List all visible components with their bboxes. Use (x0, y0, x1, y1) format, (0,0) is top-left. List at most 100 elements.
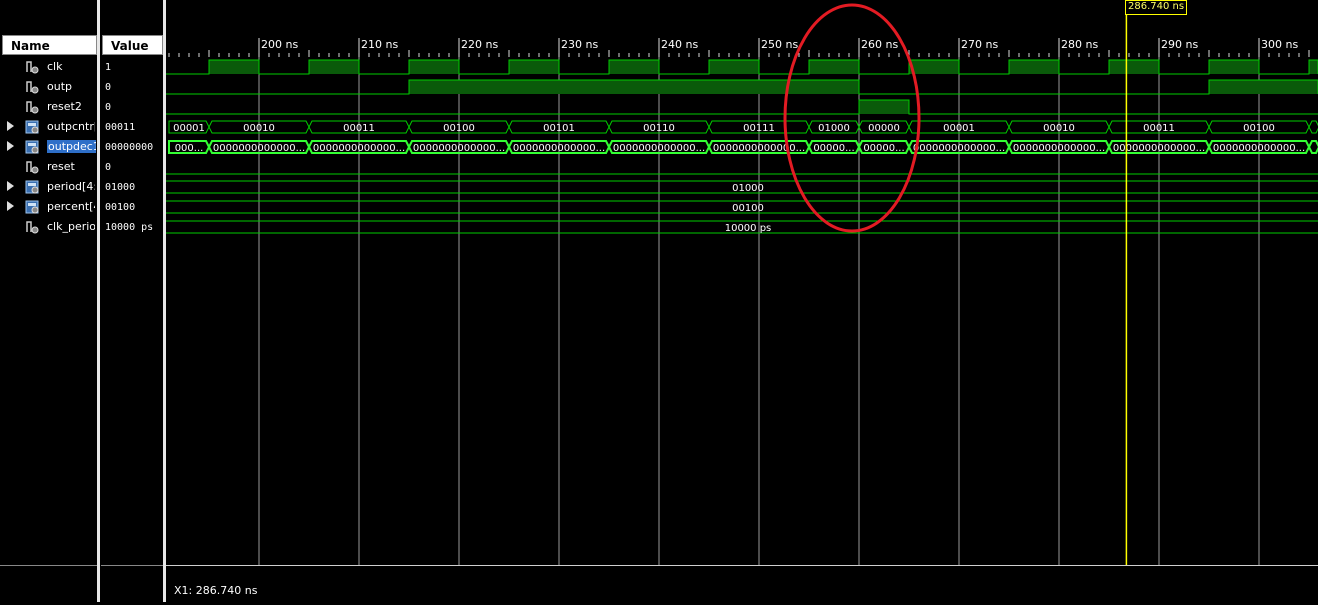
waveform-canvas[interactable]: 200 ns 210 ns 220 ns 230 ns 240 ns 250 ns 260 … (166, 0, 1318, 602)
bus-value-label: 0000000000000... (413, 143, 505, 154)
signal-row-8[interactable]: clk_perio (0, 217, 97, 237)
wave-high-fill (1009, 60, 1059, 74)
wave-high-fill (1309, 60, 1318, 74)
bus-segment (1307, 140, 1318, 154)
waveform-area[interactable]: 200 ns 210 ns 220 ns 230 ns 240 ns 250 ns 260 … (166, 0, 1318, 602)
clk-period-wave: 10000 ps (166, 220, 1318, 234)
time-tick-label: 280 ns (1061, 38, 1098, 51)
signal-row-6[interactable]: period[4:0 (0, 177, 97, 197)
signal-name: outp (47, 80, 72, 93)
bus-value-label: 0000000000000... (913, 143, 1005, 154)
bus-value-label: 0000000000000... (1213, 143, 1305, 154)
bus-value-label: 00001 (943, 123, 975, 134)
bus-value-label: 00111 (743, 123, 775, 134)
signal-bit-icon (26, 81, 39, 94)
bus-value-label: 0000000000000... (613, 143, 705, 154)
signal-name: reset2 (47, 100, 82, 113)
signal-bus-icon (25, 180, 39, 194)
bus-value-label: 00010 (1043, 123, 1075, 134)
bus-value-label: 0000000000000... (513, 143, 605, 154)
outpdec1-wave: 000... 0000000000000... 0000000000000... 00… (168, 140, 1318, 154)
bus-value-label: 0000000000000... (1013, 143, 1105, 154)
bus-value-label: 000... (175, 143, 204, 154)
signal-name: percent[4 (47, 200, 95, 213)
bus-segment (1308, 120, 1318, 134)
reset2-wave (166, 99, 1318, 115)
bus-value-label: 00000... (863, 143, 904, 154)
signal-row-5[interactable]: reset (0, 157, 97, 177)
bus-value-label: 00001 (173, 123, 205, 134)
bus-value-label: 01000 (818, 123, 850, 134)
bus-value-label: 01000 (732, 183, 764, 194)
wave-high-fill (1209, 60, 1259, 74)
time-tick-label: 230 ns (561, 38, 598, 51)
signal-value: 0 (105, 102, 112, 113)
bus-value-label: 00011 (1143, 123, 1175, 134)
outp-wave (166, 79, 1318, 95)
expand-arrow-icon[interactable] (7, 181, 14, 191)
time-tick-label: 200 ns (261, 38, 298, 51)
bus-value-label: 0000000000000... (313, 143, 405, 154)
bus-value-label: 00100 (1243, 123, 1275, 134)
signal-row-7[interactable]: percent[4 (0, 197, 97, 217)
name-value-splitter[interactable] (97, 0, 100, 602)
clk-wave (166, 59, 1318, 75)
status-divider (166, 565, 1318, 566)
signal-value: 00011 (105, 122, 136, 133)
signal-name: clk (47, 60, 63, 73)
value-column-header[interactable]: Value (102, 35, 163, 55)
expand-arrow-icon[interactable] (7, 141, 14, 151)
bus-value-label: 10000 ps (725, 223, 772, 234)
time-grid: 200 ns 210 ns 220 ns 230 ns 240 ns 250 ns 260 … (258, 38, 1298, 565)
signal-row-4[interactable]: outpdec1 (0, 137, 97, 157)
signal-value: 10000 ps (105, 222, 154, 233)
bus-value-label: 00110 (643, 123, 675, 134)
wave-high-fill (709, 60, 759, 74)
bus-value-label: 00011 (343, 123, 375, 134)
signal-name: outpdec1 (47, 140, 96, 153)
time-tick-label: 240 ns (661, 38, 698, 51)
bus-value-label: 00100 (443, 123, 475, 134)
expand-arrow-icon[interactable] (7, 201, 14, 211)
signal-row-2[interactable]: reset2 (0, 97, 97, 117)
name-column-header[interactable]: Name (2, 35, 97, 55)
bus-value-label: 00010 (243, 123, 275, 134)
wave-high-fill (859, 100, 909, 114)
signal-bus-icon (25, 120, 39, 134)
wave-high-fill (309, 60, 359, 74)
signal-bus-icon (25, 200, 39, 214)
wave-high-fill (609, 60, 659, 74)
signal-row-3[interactable]: outpcntr[ (0, 117, 97, 137)
value-panel-bottom-border (101, 565, 163, 566)
time-tick-label: 250 ns (761, 38, 798, 51)
time-tick-label: 270 ns (961, 38, 998, 51)
name-panel-bottom-border (0, 565, 97, 566)
outpcntr-wave: 00001 00010 00011 00100 00101 00110 00111 01000… (168, 120, 1318, 134)
percent-wave: 00100 (166, 200, 1318, 214)
signal-bus-icon (25, 140, 39, 154)
wave-high-fill (209, 60, 259, 74)
time-tick-label: 220 ns (461, 38, 498, 51)
bus-value-label: 00101 (543, 123, 575, 134)
signal-value: 1 (105, 62, 112, 73)
name-panel: Name clk outp reset2 outpcntr[ outpdec1 reset… (0, 0, 97, 602)
cursor-time-label[interactable]: 286.740 ns (1125, 0, 1188, 15)
signal-name: clk_perio (47, 220, 95, 233)
signal-name: period[4:0 (47, 180, 95, 193)
wave-high-fill (509, 60, 559, 74)
wave-trace (166, 99, 1318, 115)
wave-high-fill (1209, 80, 1318, 94)
signal-value: 00000000 (105, 142, 154, 153)
bus-value-label: 00000 (868, 123, 900, 134)
signal-bit-icon (26, 161, 39, 174)
expand-arrow-icon[interactable] (7, 121, 14, 131)
signal-row-1[interactable]: outp (0, 77, 97, 97)
cursor-x1-readout: X1: 286.740 ns (174, 584, 258, 597)
signal-row-0[interactable]: clk (0, 57, 97, 77)
signal-value: 00100 (105, 202, 136, 213)
signal-name: reset (47, 160, 75, 173)
wave-high-fill (909, 60, 959, 74)
wave-high-fill (809, 60, 859, 74)
bus-value-label: 00000... (813, 143, 854, 154)
time-tick-label: 210 ns (361, 38, 398, 51)
